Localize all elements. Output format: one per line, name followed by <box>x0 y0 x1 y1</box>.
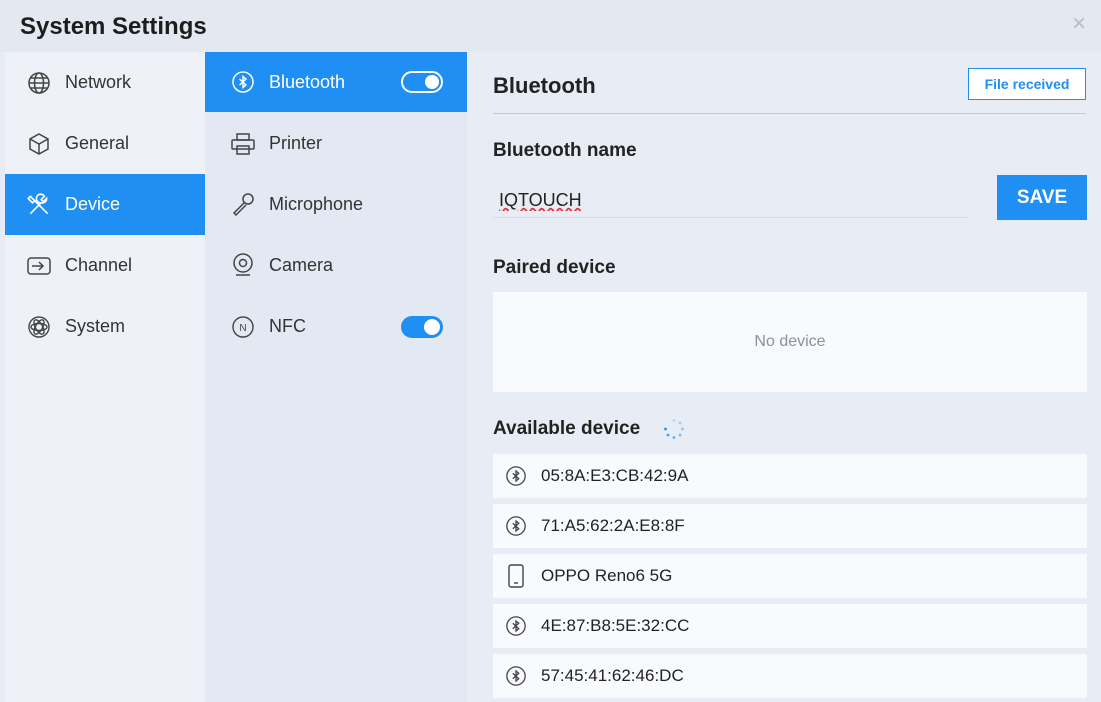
device-name: 4E:87:B8:5E:32:CC <box>541 616 690 635</box>
bluetooth-icon <box>505 665 527 687</box>
nav-item-label: General <box>65 133 130 153</box>
nav-item-label: System <box>65 316 126 336</box>
save-button[interactable]: SAVE <box>997 175 1087 220</box>
bluetooth-name-input[interactable] <box>493 184 969 218</box>
device-item-label: Microphone <box>269 194 364 214</box>
no-device-text: No device <box>754 333 826 350</box>
nav-item-label: Channel <box>65 255 133 275</box>
bluetooth-toggle[interactable] <box>401 71 443 93</box>
globe-icon <box>25 69 53 97</box>
device-name: 05:8A:E3:CB:42:9A <box>541 466 689 485</box>
device-name: 71:A5:62:2A:E8:8F <box>541 516 685 535</box>
divider <box>493 113 1086 114</box>
svg-text:N: N <box>239 323 246 334</box>
available-device-item[interactable]: 4E:87:B8:5E:32:CC <box>493 604 1087 648</box>
loading-spinner-icon <box>664 419 684 439</box>
nav-item-network[interactable]: Network <box>5 52 205 113</box>
settings-window: System Settings × Network General Device <box>0 0 1101 702</box>
available-device-item[interactable]: 71:A5:62:2A:E8:8F <box>493 504 1087 548</box>
nav-item-device[interactable]: Device <box>5 174 205 235</box>
paired-device-label: Paired device <box>493 257 616 278</box>
device-item-label: Camera <box>269 255 334 275</box>
bluetooth-name-label: Bluetooth name <box>493 140 637 161</box>
bluetooth-icon <box>505 615 527 637</box>
main-nav: Network General Device Channel System <box>5 52 205 702</box>
close-icon[interactable]: × <box>1067 12 1091 36</box>
nfc-icon: N <box>229 313 257 341</box>
device-item-bluetooth[interactable]: Bluetooth <box>205 52 467 112</box>
input-source-icon <box>25 252 53 280</box>
available-device-item[interactable]: 05:8A:E3:CB:42:9A <box>493 454 1087 498</box>
bluetooth-icon <box>505 465 527 487</box>
available-device-item[interactable]: 57:45:41:62:46:DC <box>493 654 1087 698</box>
bluetooth-icon <box>229 68 257 96</box>
device-item-printer[interactable]: Printer <box>205 113 467 174</box>
file-received-button[interactable]: File received <box>968 68 1086 100</box>
nav-item-label: Network <box>65 72 132 92</box>
microphone-icon <box>229 191 257 219</box>
nav-item-channel[interactable]: Channel <box>5 235 205 296</box>
device-name: 57:45:41:62:46:DC <box>541 666 684 685</box>
paired-device-list: No device <box>493 292 1087 392</box>
nav-item-system[interactable]: System <box>5 296 205 357</box>
available-device-item[interactable]: OPPO Reno6 5G <box>493 554 1087 598</box>
device-item-label: NFC <box>269 316 306 336</box>
phone-icon <box>505 564 527 588</box>
device-item-camera[interactable]: Camera <box>205 235 467 296</box>
toggle-knob <box>424 318 440 335</box>
nav-item-general[interactable]: General <box>5 113 205 174</box>
nav-item-label: Device <box>65 194 121 214</box>
available-device-label: Available device <box>493 418 641 439</box>
bluetooth-icon <box>505 515 527 537</box>
panel-title: Bluetooth <box>493 73 596 98</box>
atom-icon <box>25 313 53 341</box>
device-item-nfc[interactable]: N NFC <box>205 296 467 357</box>
device-item-label: Bluetooth <box>269 71 346 92</box>
device-nav: Bluetooth Printer Microphone Camera N NF… <box>205 52 467 702</box>
toggle-knob <box>425 75 439 89</box>
tools-icon <box>25 191 53 219</box>
printer-icon <box>229 130 257 158</box>
device-item-label: Printer <box>269 133 323 153</box>
window-title: System Settings <box>20 13 207 40</box>
nfc-toggle[interactable] <box>401 315 443 338</box>
device-item-microphone[interactable]: Microphone <box>205 174 467 235</box>
camera-icon <box>229 252 257 280</box>
bluetooth-panel: Bluetooth File received Bluetooth name S… <box>467 52 1101 702</box>
title-bar: System Settings × <box>0 0 1101 52</box>
device-name: OPPO Reno6 5G <box>541 566 673 585</box>
cube-icon <box>25 130 53 158</box>
